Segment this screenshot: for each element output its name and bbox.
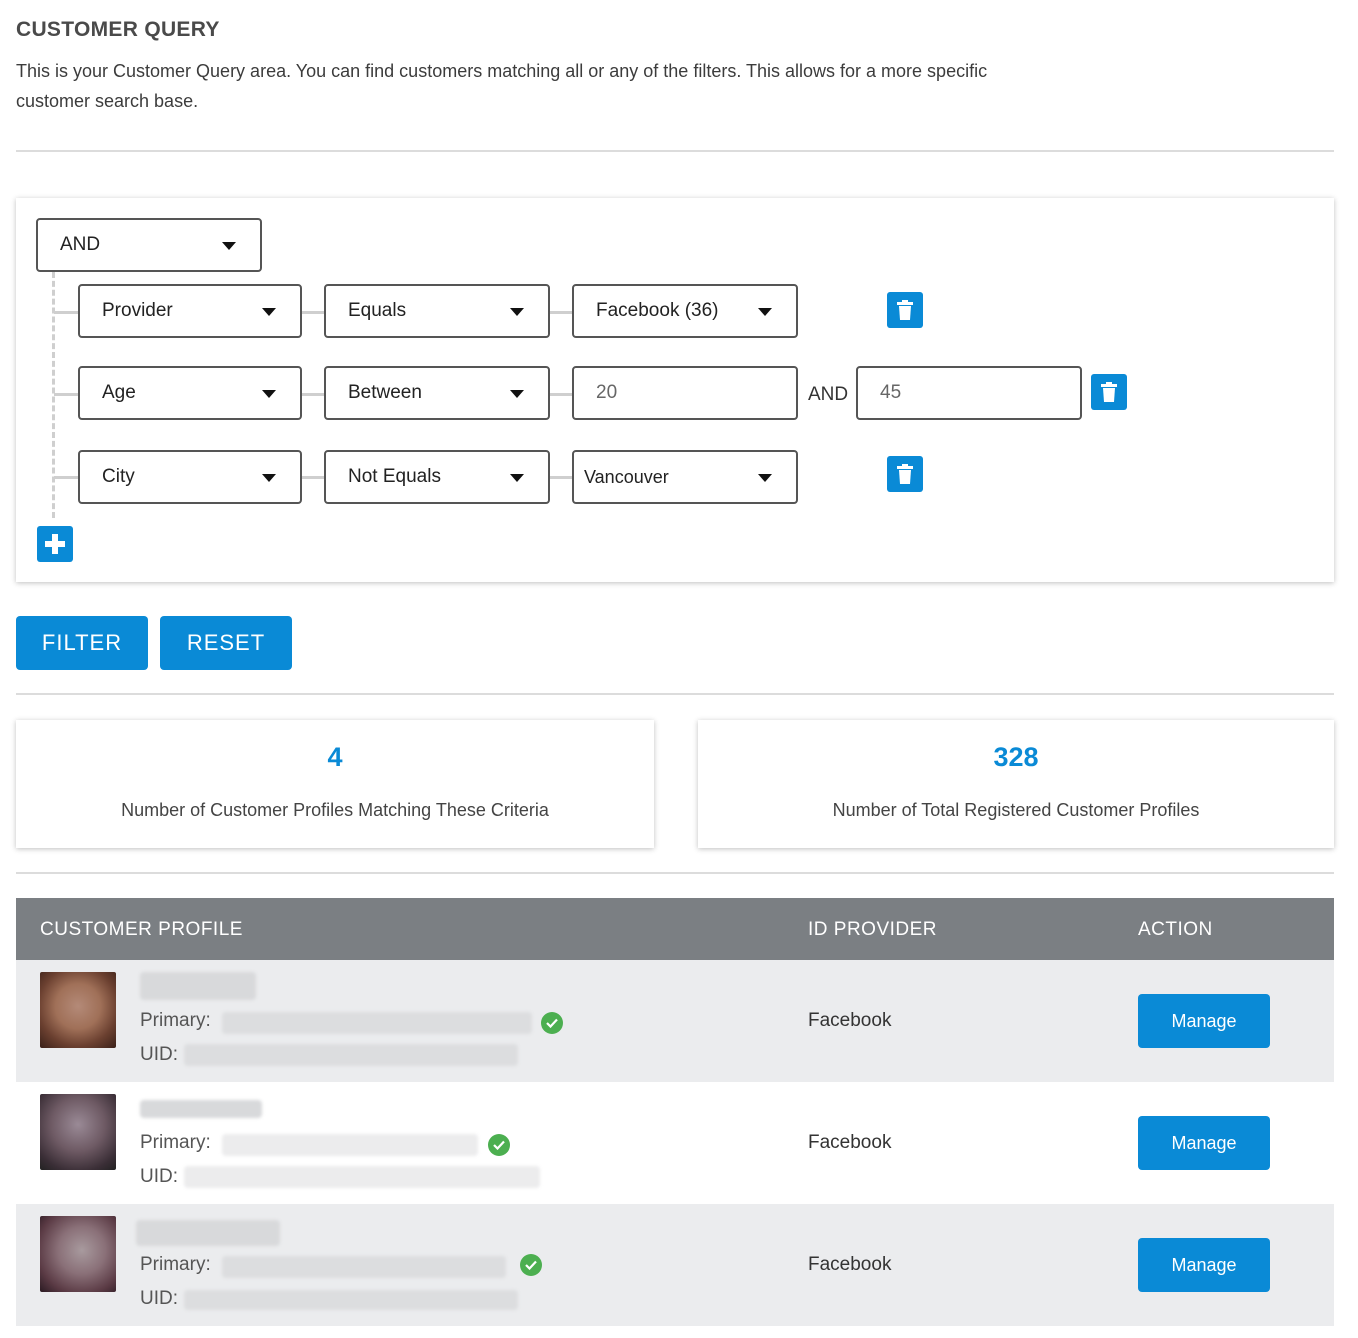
uid-label: UID: (140, 1288, 178, 1309)
rule-operator-value: Not Equals (348, 466, 441, 487)
avatar (40, 1216, 116, 1292)
rule-field-value: City (102, 466, 135, 487)
primary-label: Primary: (140, 1010, 211, 1031)
avatar (40, 972, 116, 1048)
rule-field-select[interactable]: City (78, 450, 302, 504)
tree-branch (54, 476, 80, 479)
rule-operator-select[interactable]: Equals (324, 284, 550, 338)
uid-label: UID: (140, 1166, 178, 1187)
range-from-input[interactable]: 20 (572, 366, 798, 420)
tree-branch (54, 311, 80, 314)
tree-branch (550, 476, 574, 479)
total-profiles-card: 328 Number of Total Registered Customer … (698, 720, 1334, 848)
rule-value: Vancouver (584, 466, 669, 487)
table-row: Primary: UID: Facebook Manage (16, 1204, 1334, 1326)
rule-field-select[interactable]: Provider (78, 284, 302, 338)
chevron-down-icon (510, 308, 524, 316)
page-title: CUSTOMER QUERY (16, 18, 220, 41)
divider (16, 693, 1334, 695)
range-from-value: 20 (596, 382, 618, 403)
manage-button[interactable]: Manage (1138, 994, 1270, 1048)
primary-label: Primary: (140, 1254, 211, 1275)
chevron-down-icon (510, 390, 524, 398)
plus-icon (45, 534, 65, 554)
primary-email-redacted (222, 1134, 478, 1156)
tree-branch (302, 311, 326, 314)
chevron-down-icon (262, 390, 276, 398)
trash-icon (897, 464, 913, 484)
chevron-down-icon (758, 308, 772, 316)
page-description: This is your Customer Query area. You ca… (16, 61, 988, 111)
manage-button[interactable]: Manage (1138, 1238, 1270, 1292)
uid-label: UID: (140, 1044, 178, 1065)
id-provider: Facebook (808, 1010, 892, 1031)
divider (16, 150, 1334, 152)
primary-label: Primary: (140, 1132, 211, 1153)
table-row: Primary: UID: Facebook Manage (16, 960, 1334, 1082)
primary-email-redacted (222, 1012, 532, 1034)
verified-check-icon (520, 1254, 542, 1276)
tree-branch (54, 393, 80, 396)
rule-operator-select[interactable]: Between (324, 366, 550, 420)
logic-operator-select[interactable]: AND (36, 218, 262, 272)
rule-value-select[interactable]: Facebook (36) (572, 284, 798, 338)
total-count: 328 (993, 742, 1039, 772)
matching-count: 4 (327, 742, 343, 772)
matching-label: Number of Customer Profiles Matching The… (121, 800, 549, 820)
trash-icon (1101, 382, 1117, 402)
rule-value-select[interactable]: Vancouver (572, 450, 798, 504)
chevron-down-icon (510, 474, 524, 482)
tree-branch (550, 311, 574, 314)
uid-redacted (184, 1044, 518, 1066)
rule-operator-select[interactable]: Not Equals (324, 450, 550, 504)
range-to-value: 45 (880, 382, 902, 403)
customer-name-redacted (140, 972, 256, 1000)
table-row: Primary: UID: Facebook Manage (16, 1082, 1334, 1204)
chevron-down-icon (758, 474, 772, 482)
customer-name-redacted (140, 1100, 262, 1118)
matching-profiles-card: 4 Number of Customer Profiles Matching T… (16, 720, 654, 848)
column-header-action: ACTION (1138, 919, 1213, 940)
tree-branch (302, 476, 326, 479)
logic-operator-value: AND (60, 234, 101, 255)
column-header-profile: CUSTOMER PROFILE (40, 919, 243, 940)
avatar (40, 1094, 116, 1170)
uid-redacted (184, 1290, 518, 1310)
table-header: CUSTOMER PROFILE ID PROVIDER ACTION (16, 898, 1334, 960)
range-joiner: AND (808, 384, 849, 405)
column-header-provider: ID PROVIDER (808, 919, 938, 940)
range-to-input[interactable]: 45 (856, 366, 1082, 420)
total-label: Number of Total Registered Customer Prof… (832, 800, 1200, 820)
rule-field-value: Provider (102, 300, 173, 321)
uid-redacted (184, 1166, 540, 1188)
primary-email-redacted (222, 1256, 506, 1278)
divider (16, 872, 1334, 874)
rule-field-select[interactable]: Age (78, 366, 302, 420)
add-rule-button[interactable] (37, 526, 73, 562)
tree-branch (550, 393, 574, 396)
tree-branch (302, 393, 326, 396)
verified-check-icon (541, 1012, 563, 1034)
trash-icon (897, 300, 913, 320)
delete-rule-button[interactable] (887, 456, 923, 492)
chevron-down-icon (262, 308, 276, 316)
query-builder: AND Provider Equals Facebook (36) Age Be… (16, 198, 1334, 582)
chevron-down-icon (222, 242, 236, 250)
filter-button[interactable]: FILTER (16, 616, 148, 670)
manage-button[interactable]: Manage (1138, 1116, 1270, 1170)
rule-value: Facebook (36) (596, 300, 719, 321)
delete-rule-button[interactable] (887, 292, 923, 328)
customer-name-redacted (136, 1220, 280, 1246)
reset-button[interactable]: RESET (160, 616, 292, 670)
rule-operator-value: Equals (348, 300, 407, 321)
chevron-down-icon (262, 474, 276, 482)
rule-field-value: Age (102, 382, 136, 403)
id-provider: Facebook (808, 1254, 892, 1275)
verified-check-icon (488, 1134, 510, 1156)
id-provider: Facebook (808, 1132, 892, 1153)
rule-operator-value: Between (348, 382, 422, 403)
delete-rule-button[interactable] (1091, 374, 1127, 410)
